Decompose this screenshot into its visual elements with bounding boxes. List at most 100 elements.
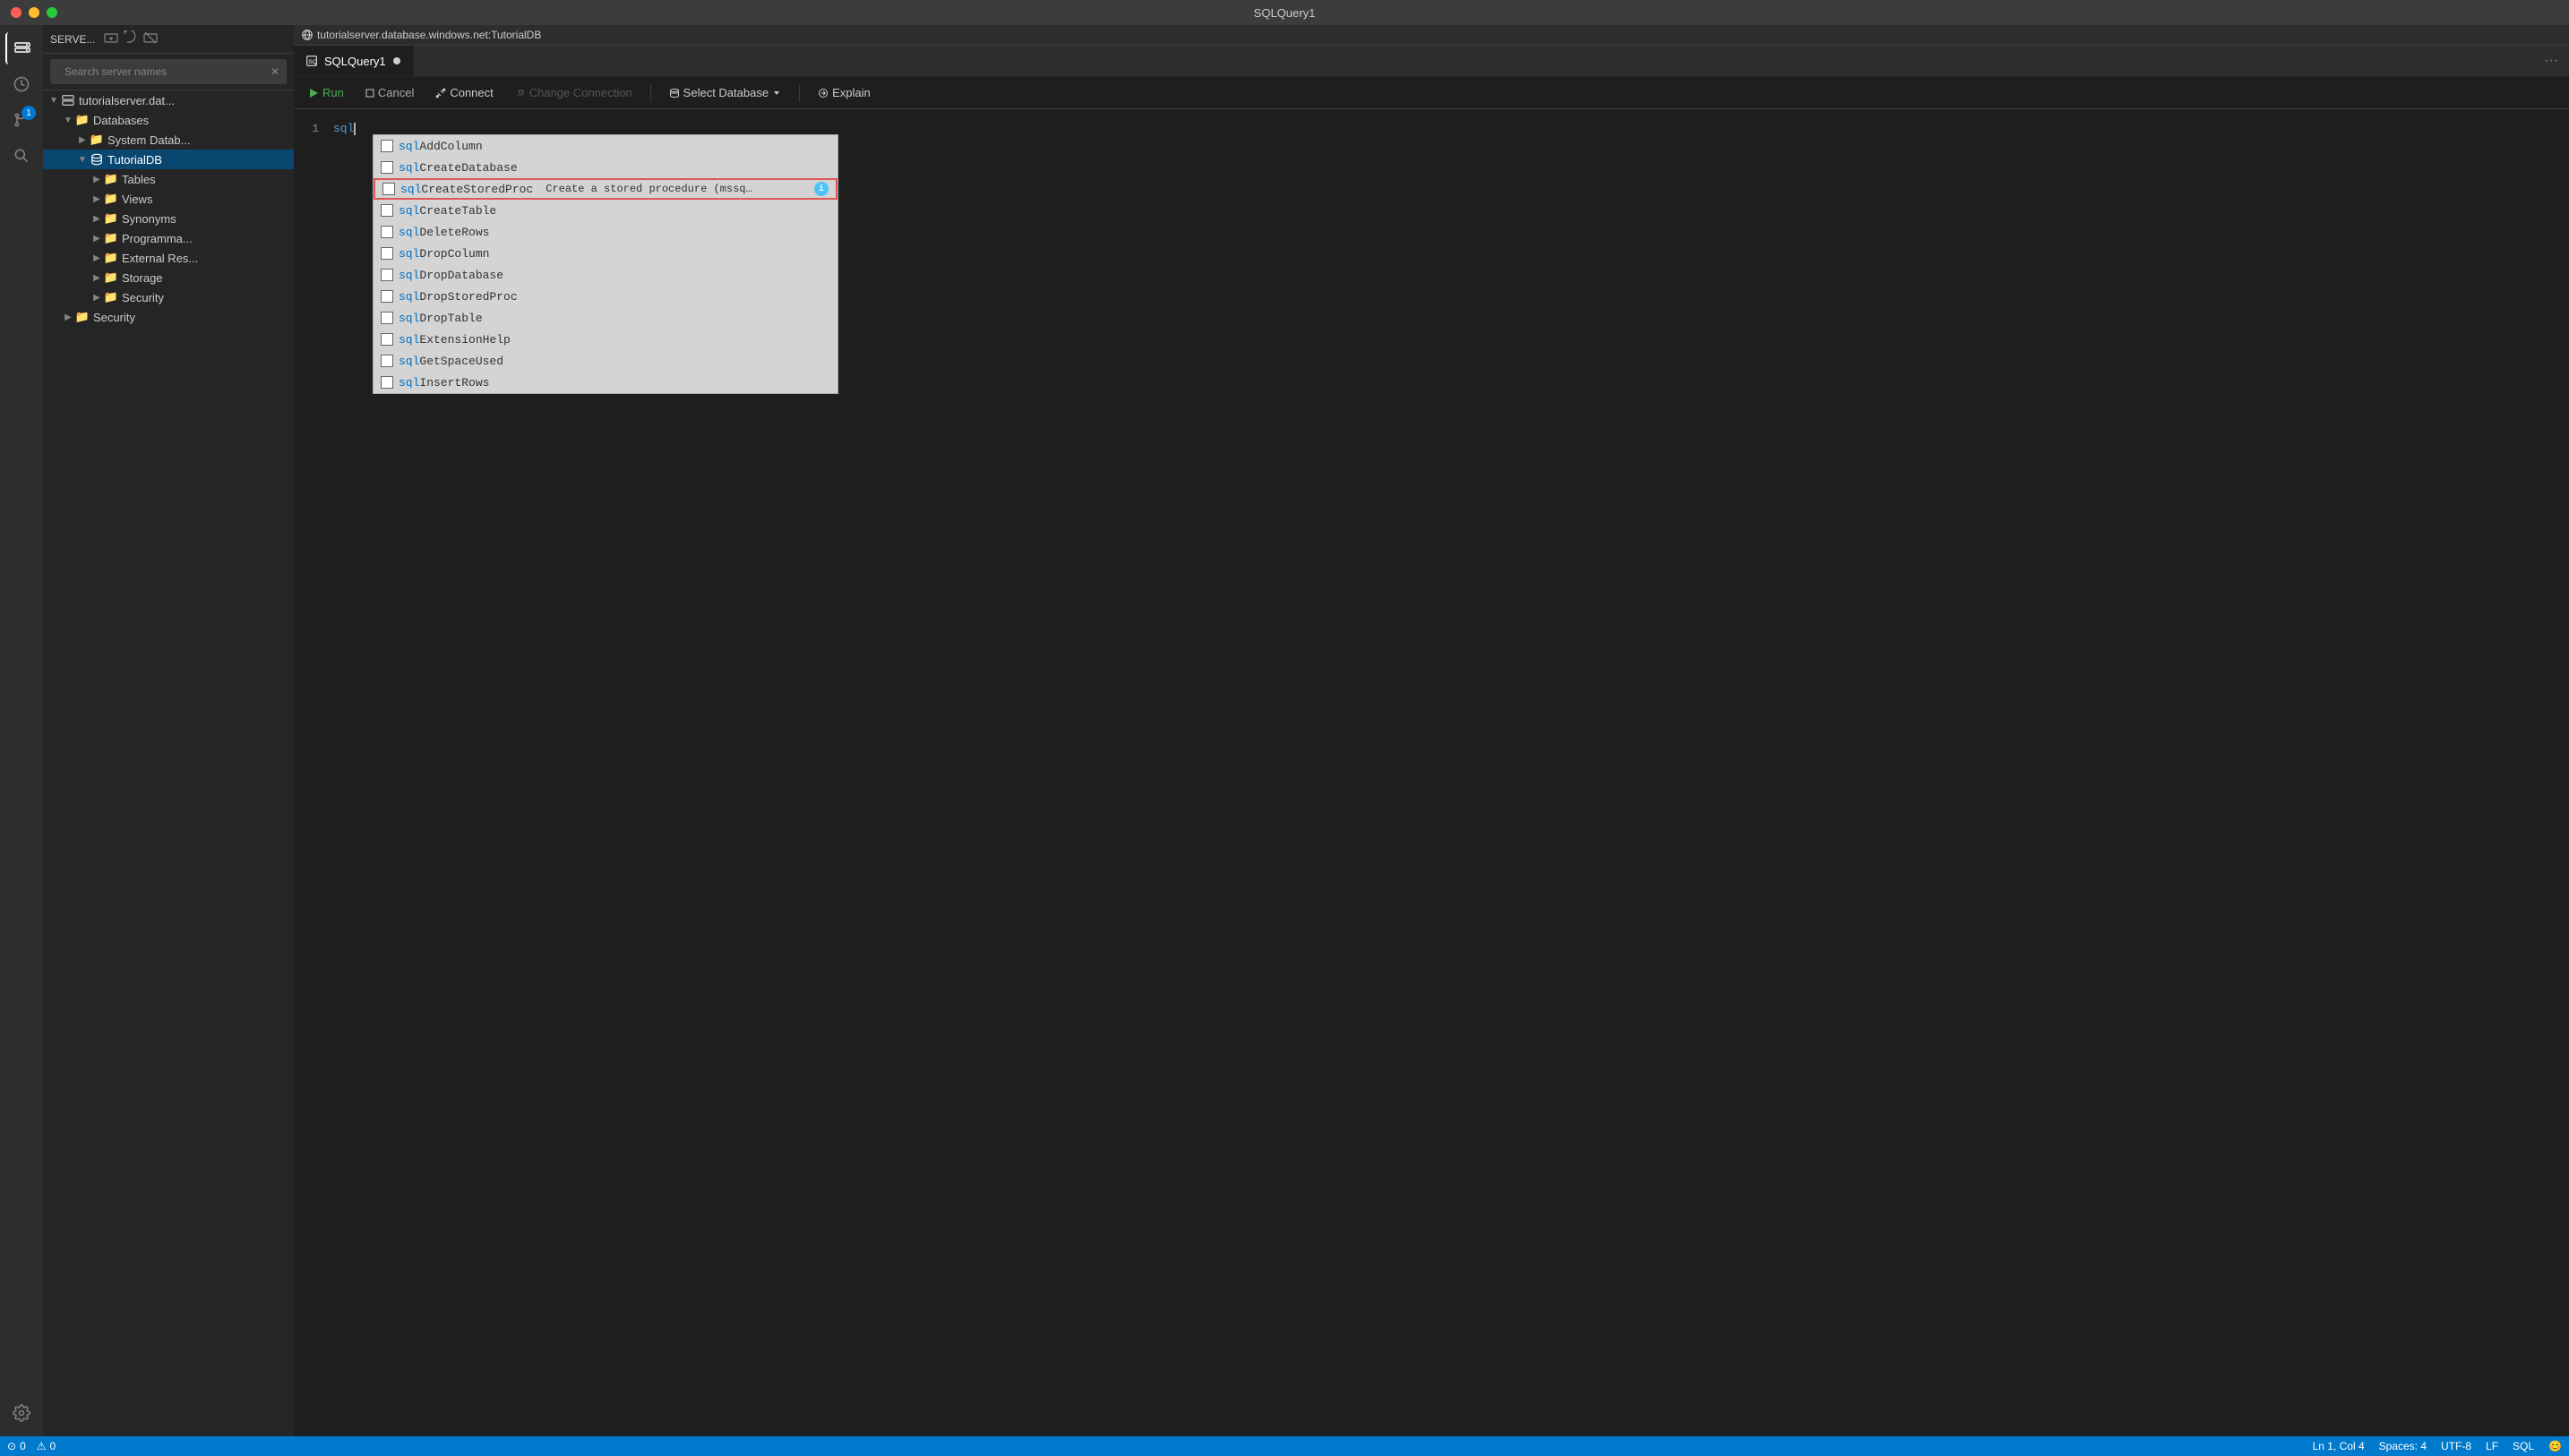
tree-item-security-server[interactable]: ▶ 📁 Security [43,307,294,327]
tree-item-tutorialdb[interactable]: ▼ TutorialDB [43,150,294,169]
autocomplete-icon [381,247,393,260]
tree-item-databases[interactable]: ▼ 📁 Databases [43,110,294,130]
sidebar: SERVE... [43,25,294,1436]
autocomplete-icon [381,355,393,367]
autocomplete-item-insertrows[interactable]: sqlInsertRows [374,372,838,393]
tree-item-tables[interactable]: ▶ 📁 Tables [43,169,294,189]
external-label: External Res... [122,252,294,265]
close-button[interactable] [11,7,21,18]
git-activity-icon[interactable]: 1 [5,104,38,136]
database-icon [669,88,680,98]
search-activity-icon[interactable] [5,140,38,172]
autocomplete-item-getspaceused[interactable]: sqlGetSpaceUsed [374,350,838,372]
tree-item-storage[interactable]: ▶ 📁 Storage [43,268,294,287]
search-close-icon[interactable]: ✕ [271,65,279,78]
maximize-button[interactable] [47,7,57,18]
connect-icon [435,88,446,98]
git-badge: 1 [21,106,36,120]
tree-item-system-db[interactable]: ▶ 📁 System Datab... [43,130,294,150]
minimize-button[interactable] [29,7,39,18]
encoding-status[interactable]: UTF-8 [2441,1440,2471,1452]
storage-chevron: ▶ [90,270,104,285]
disconnect-icon[interactable] [143,30,158,47]
status-bar: ⊙ 0 ⚠ 0 Ln 1, Col 4 Spaces: 4 UTF-8 LF S… [0,1436,2569,1456]
change-connection-button[interactable]: Change Connection [508,83,640,102]
programmability-chevron: ▶ [90,231,104,245]
autocomplete-item-deleterows[interactable]: sqlDeleteRows [374,221,838,243]
databases-label: Databases [93,114,294,127]
tree-item-programmability[interactable]: ▶ 📁 Programma... [43,228,294,248]
system-db-label: System Datab... [107,133,294,147]
search-input[interactable] [57,62,267,81]
connect-button[interactable]: Connect [428,83,500,102]
autocomplete-item-dropstoredproc[interactable]: sqlDropStoredProc [374,286,838,307]
tutorialdb-chevron: ▼ [75,152,90,167]
autocomplete-item-createstoredproc[interactable]: sqlCreateStoredProc Create a stored proc… [374,178,838,200]
autocomplete-text: sqlDropColumn [399,245,489,262]
history-activity-icon[interactable] [5,68,38,100]
autocomplete-item-createtable[interactable]: sqlCreateTable [374,200,838,221]
autocomplete-icon [381,204,393,217]
autocomplete-icon [381,161,393,174]
sidebar-header: SERVE... [43,25,294,54]
server-icon [61,93,75,107]
refresh-icon[interactable] [124,30,138,47]
editor-content[interactable]: sql sqlAddColumn sqlCreateDatabase [330,109,2569,1436]
tables-label: Tables [122,173,294,186]
tab-more-button[interactable]: ··· [2533,46,2569,76]
line-ending-status[interactable]: LF [2486,1440,2498,1452]
autocomplete-item-extensionhelp[interactable]: sqlExtensionHelp [374,329,838,350]
explain-button[interactable]: Explain [811,83,878,102]
synonyms-folder-icon: 📁 [104,211,118,226]
external-chevron: ▶ [90,251,104,265]
explain-icon [818,88,829,98]
autocomplete-text: sqlAddColumn [399,138,483,155]
tree-item-external[interactable]: ▶ 📁 External Res... [43,248,294,268]
activity-bar: 1 [0,25,43,1436]
servers-activity-icon[interactable] [5,32,38,64]
cancel-icon [365,89,374,98]
window-controls[interactable] [11,7,57,18]
autocomplete-text: sqlDropStoredProc [399,288,518,305]
tree-item-server[interactable]: ▼ tutorialserver.dat... [43,90,294,110]
system-db-folder-icon: 📁 [90,133,104,147]
connection-url: tutorialserver.database.windows.net:Tuto… [317,29,541,41]
tab-label: SQLQuery1 [324,55,386,68]
select-database-button[interactable]: Select Database [662,83,788,102]
security-server-folder-icon: 📁 [75,310,90,324]
autocomplete-text: sqlGetSpaceUsed [399,353,503,370]
spaces-status[interactable]: Spaces: 4 [2379,1440,2427,1452]
tree-item-views[interactable]: ▶ 📁 Views [43,189,294,209]
autocomplete-item-createdatabase[interactable]: sqlCreateDatabase [374,157,838,178]
language-status[interactable]: SQL [2513,1440,2534,1452]
tab-sqlquery1[interactable]: SQL SQLQuery1 [294,46,414,76]
gear-activity-icon[interactable] [5,1397,38,1429]
autocomplete-icon [381,269,393,281]
smiley-status[interactable]: 😊 [2548,1440,2562,1452]
databases-chevron: ▼ [61,113,75,127]
cancel-button[interactable]: Cancel [358,83,421,102]
tab-modified-dot [393,57,400,64]
window-title: SQLQuery1 [1254,6,1316,20]
search-container: ✕ [43,54,294,90]
synonyms-chevron: ▶ [90,211,104,226]
autocomplete-item-droptable[interactable]: sqlDropTable [374,307,838,329]
connect-label: Connect [450,86,493,99]
add-connection-icon[interactable] [104,30,118,47]
tree-item-security-db[interactable]: ▶ 📁 Security [43,287,294,307]
errors-status[interactable]: ⊙ 0 [7,1440,26,1452]
autocomplete-dropdown[interactable]: sqlAddColumn sqlCreateDatabase sqlCreate… [373,134,838,394]
tree-item-synonyms[interactable]: ▶ 📁 Synonyms [43,209,294,228]
info-icon[interactable]: i [814,182,829,196]
autocomplete-item-dropcolumn[interactable]: sqlDropColumn [374,243,838,264]
autocomplete-item-addcolumn[interactable]: sqlAddColumn [374,135,838,157]
autocomplete-icon [381,226,393,238]
external-folder-icon: 📁 [104,251,118,265]
warnings-status[interactable]: ⚠ 0 [37,1440,56,1452]
sidebar-tree: ▼ tutorialserver.dat... ▼ 📁 Databases ▶ … [43,90,294,1436]
ln-col-status[interactable]: Ln 1, Col 4 [2313,1440,2365,1452]
run-button[interactable]: Run [301,83,351,102]
change-connection-icon [515,88,526,98]
autocomplete-item-dropdatabase[interactable]: sqlDropDatabase [374,264,838,286]
editor-container[interactable]: 1 sql sqlAddColumn [294,109,2569,1436]
